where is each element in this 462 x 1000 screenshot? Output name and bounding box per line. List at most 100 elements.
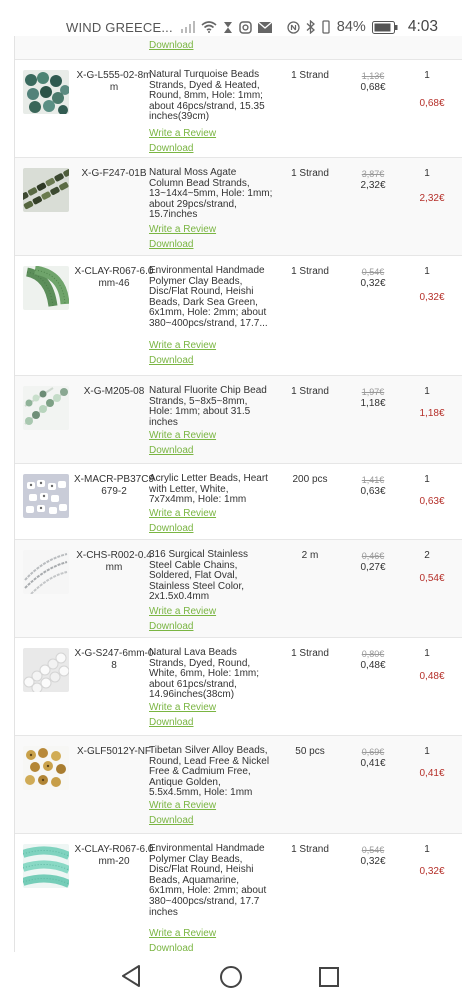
clock-time: 4:03	[407, 18, 438, 35]
product-image[interactable]	[23, 746, 69, 790]
download-link[interactable]: Download	[149, 141, 216, 156]
table-row: X-G-F247-01B Natural Moss Agate Column B…	[15, 158, 462, 256]
line-total: 0,32€	[419, 292, 445, 303]
line-total: 0,68€	[419, 98, 445, 109]
product-image[interactable]	[23, 648, 69, 692]
unit-price: 1,41€ 0,63€	[351, 474, 395, 498]
discount-price: 0,48€	[360, 660, 386, 671]
unit-size: 1 Strand	[291, 70, 329, 81]
discount-price: 1,18€	[360, 398, 386, 409]
unit-size: 200 pcs	[292, 474, 328, 485]
back-icon[interactable]	[120, 964, 142, 988]
product-image[interactable]	[23, 168, 69, 212]
quantity: 1	[424, 746, 430, 757]
status-icons-right: 84% 4:03	[287, 18, 438, 36]
product-image[interactable]	[23, 550, 69, 594]
unit-price: 0,54€ 0,32€	[351, 266, 395, 290]
product-code: X-CHS-R002-0.4mm	[76, 550, 152, 573]
unit-size: 1 Strand	[291, 266, 329, 277]
download-link[interactable]: Download	[149, 813, 216, 828]
recent-apps-icon[interactable]	[318, 966, 340, 988]
quantity: 1	[424, 386, 430, 397]
product-description[interactable]: Acrylic Letter Beads, Heart with Letter,…	[149, 473, 273, 506]
line-total: 2,32€	[419, 193, 445, 204]
write-review-link[interactable]: Write a Review	[149, 126, 216, 141]
nfc-icon	[287, 20, 300, 34]
write-review-link[interactable]: Write a Review	[149, 604, 216, 619]
product-image[interactable]	[23, 386, 69, 430]
write-review-link[interactable]: Write a Review	[149, 222, 216, 237]
product-description[interactable]: Natural Turquoise Beads Strands, Dyed & …	[149, 69, 273, 123]
write-review-link[interactable]: Write a Review	[149, 798, 216, 813]
quantity: 1	[424, 648, 430, 659]
quantity: 1	[424, 70, 430, 81]
write-review-link[interactable]: Write a Review	[149, 338, 216, 353]
download-link[interactable]: Download	[149, 443, 216, 458]
product-image[interactable]	[23, 844, 69, 888]
write-review-link[interactable]: Write a Review	[149, 700, 216, 715]
original-price: 0,69€	[361, 747, 385, 757]
unit-size: 1 Strand	[291, 168, 329, 179]
original-price: 1,13€	[361, 71, 385, 81]
product-description[interactable]: Tibetan Silver Alloy Beads, Round, Lead …	[149, 745, 273, 799]
write-review-link[interactable]: Write a Review	[149, 506, 216, 521]
line-total: 0,63€	[419, 496, 445, 507]
unit-size: 1 Strand	[291, 648, 329, 659]
unit-price: 1,97€ 1,18€	[351, 386, 395, 410]
unit-size: 2 m	[301, 550, 319, 561]
product-code: X-MACR-PB37C9679-2	[73, 474, 155, 497]
product-image[interactable]	[23, 70, 69, 114]
download-link[interactable]: Download	[149, 619, 216, 634]
discount-price: 0,27€	[360, 562, 386, 573]
product-code: X-G-S247-6mm-08	[74, 648, 154, 671]
product-code: X-G-F247-01B	[81, 168, 147, 179]
original-price: 1,41€	[361, 475, 385, 485]
quantity: 1	[424, 474, 430, 485]
download-link[interactable]: Download	[149, 941, 216, 952]
unit-price: 0,69€ 0,41€	[351, 746, 395, 770]
product-description[interactable]: Natural Moss Agate Column Bead Strands, …	[149, 167, 273, 221]
table-row: X-G-M205-08 Natural Fluorite Chip Bead S…	[15, 376, 462, 464]
table-row: X-CHS-R002-0.4mm 316 Surgical Stainless …	[15, 540, 462, 638]
product-description[interactable]: Natural Lava Beads Strands, Dyed, Round,…	[149, 647, 273, 701]
download-link[interactable]: Download	[149, 715, 216, 730]
download-link[interactable]: Download	[149, 237, 216, 252]
quantity: 1	[424, 168, 430, 179]
hourglass-icon	[223, 21, 232, 33]
product-description[interactable]: Environmental Handmade Polymer Clay Bead…	[149, 265, 273, 330]
discount-price: 0,41€	[360, 758, 386, 769]
product-image[interactable]	[23, 474, 69, 518]
original-price: 0,80€	[361, 649, 385, 659]
write-review-link[interactable]: Write a Review	[149, 428, 216, 443]
line-total: 1,18€	[419, 408, 445, 419]
line-total: 0,48€	[419, 671, 445, 682]
product-description[interactable]: 316 Surgical Stainless Steel Cable Chain…	[149, 549, 273, 603]
carrier-name: WIND GREECE...	[66, 19, 173, 35]
write-review-link[interactable]: Write a Review	[149, 926, 216, 941]
table-row: X-GLF5012Y-NF Tibetan Silver Alloy Beads…	[15, 736, 462, 834]
product-description[interactable]: Natural Fluorite Chip Bead Strands, 5~8x…	[149, 385, 273, 428]
line-total: 0,32€	[419, 866, 445, 877]
line-total: 0,41€	[419, 768, 445, 779]
download-link[interactable]: Download	[149, 521, 216, 536]
mail-icon	[257, 21, 272, 33]
product-description[interactable]: Environmental Handmade Polymer Clay Bead…	[149, 843, 273, 918]
table-row: X-G-S247-6mm-08 Natural Lava Beads Stran…	[15, 638, 462, 736]
original-price: 1,97€	[361, 387, 385, 397]
home-icon[interactable]	[219, 965, 243, 989]
unit-price: 0,54€ 0,32€	[351, 844, 395, 868]
unit-size: 1 Strand	[291, 844, 329, 855]
download-link[interactable]: Download	[149, 38, 193, 53]
bluetooth-icon	[306, 20, 315, 34]
table-row: X-CLAY-R067-6.0mm-20 Environmental Handm…	[15, 834, 462, 952]
system-nav-bar	[0, 952, 462, 1000]
unit-price: 0,46€ 0,27€	[351, 550, 395, 574]
product-image[interactable]	[23, 266, 69, 310]
status-icons-left	[180, 20, 272, 34]
original-price: 3,87€	[361, 169, 385, 179]
table-row: X-G-L555-02-8mm Natural Turquoise Beads …	[15, 60, 462, 158]
battery-icon	[371, 20, 398, 34]
discount-price: 0,68€	[360, 82, 386, 93]
download-link[interactable]: Download	[149, 353, 216, 368]
discount-price: 2,32€	[360, 180, 386, 191]
